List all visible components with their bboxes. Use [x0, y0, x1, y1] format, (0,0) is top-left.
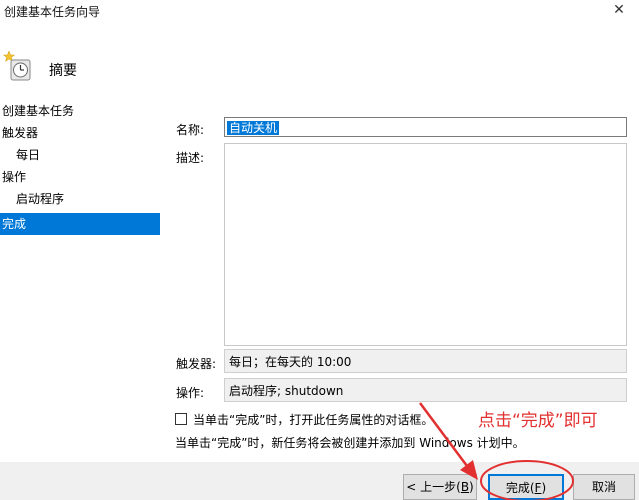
step-start-program[interactable]: 启动程序: [0, 188, 160, 210]
name-label: 名称:: [176, 123, 205, 137]
wizard-header: 摘要: [0, 22, 639, 92]
back-button-suffix: ): [469, 480, 474, 494]
description-label: 描述:: [176, 151, 205, 165]
step-action[interactable]: 操作: [0, 166, 160, 188]
trigger-label: 触发器:: [176, 357, 217, 371]
finish-note: 当单击“完成”时，新任务将会被创建并添加到 Windows 计划中。: [175, 436, 525, 450]
trigger-readonly-field: 每日；在每天的 10:00: [224, 349, 627, 373]
action-label: 操作:: [176, 386, 205, 400]
back-button-accesskey: B: [460, 480, 470, 494]
back-button[interactable]: < 上一步(B): [403, 474, 477, 500]
step-trigger[interactable]: 触发器: [0, 122, 160, 144]
finish-button-label: 完成(: [505, 481, 535, 495]
back-button-label: < 上一步(: [406, 480, 461, 494]
description-textarea[interactable]: [224, 143, 627, 346]
open-properties-label[interactable]: 当单击“完成”时，打开此任务属性的对话框。: [193, 411, 433, 428]
cancel-button[interactable]: 取消: [573, 474, 635, 500]
wizard-steps-sidebar: 创建基本任务 触发器 每日 操作 启动程序 完成: [0, 100, 160, 500]
finish-button[interactable]: 完成(F): [488, 474, 564, 500]
window-title: 创建基本任务向导: [4, 5, 101, 19]
finish-button-suffix: ): [541, 481, 547, 495]
title-bar: 创建基本任务向导 ✕: [0, 0, 639, 22]
step-create-basic-task[interactable]: 创建基本任务: [0, 100, 160, 122]
close-button[interactable]: ✕: [605, 0, 633, 22]
action-readonly-field: 启动程序; shutdown: [224, 378, 627, 402]
clock-wizard-icon: [2, 50, 31, 81]
open-properties-checkbox[interactable]: [175, 413, 187, 425]
page-title: 摘要: [49, 63, 77, 79]
step-daily[interactable]: 每日: [0, 144, 160, 166]
step-finish[interactable]: 完成: [0, 213, 160, 235]
annotation-text: 点击“完成”即可: [478, 411, 598, 431]
name-input[interactable]: 自动关机: [224, 117, 627, 137]
name-value: 自动关机: [227, 121, 280, 135]
